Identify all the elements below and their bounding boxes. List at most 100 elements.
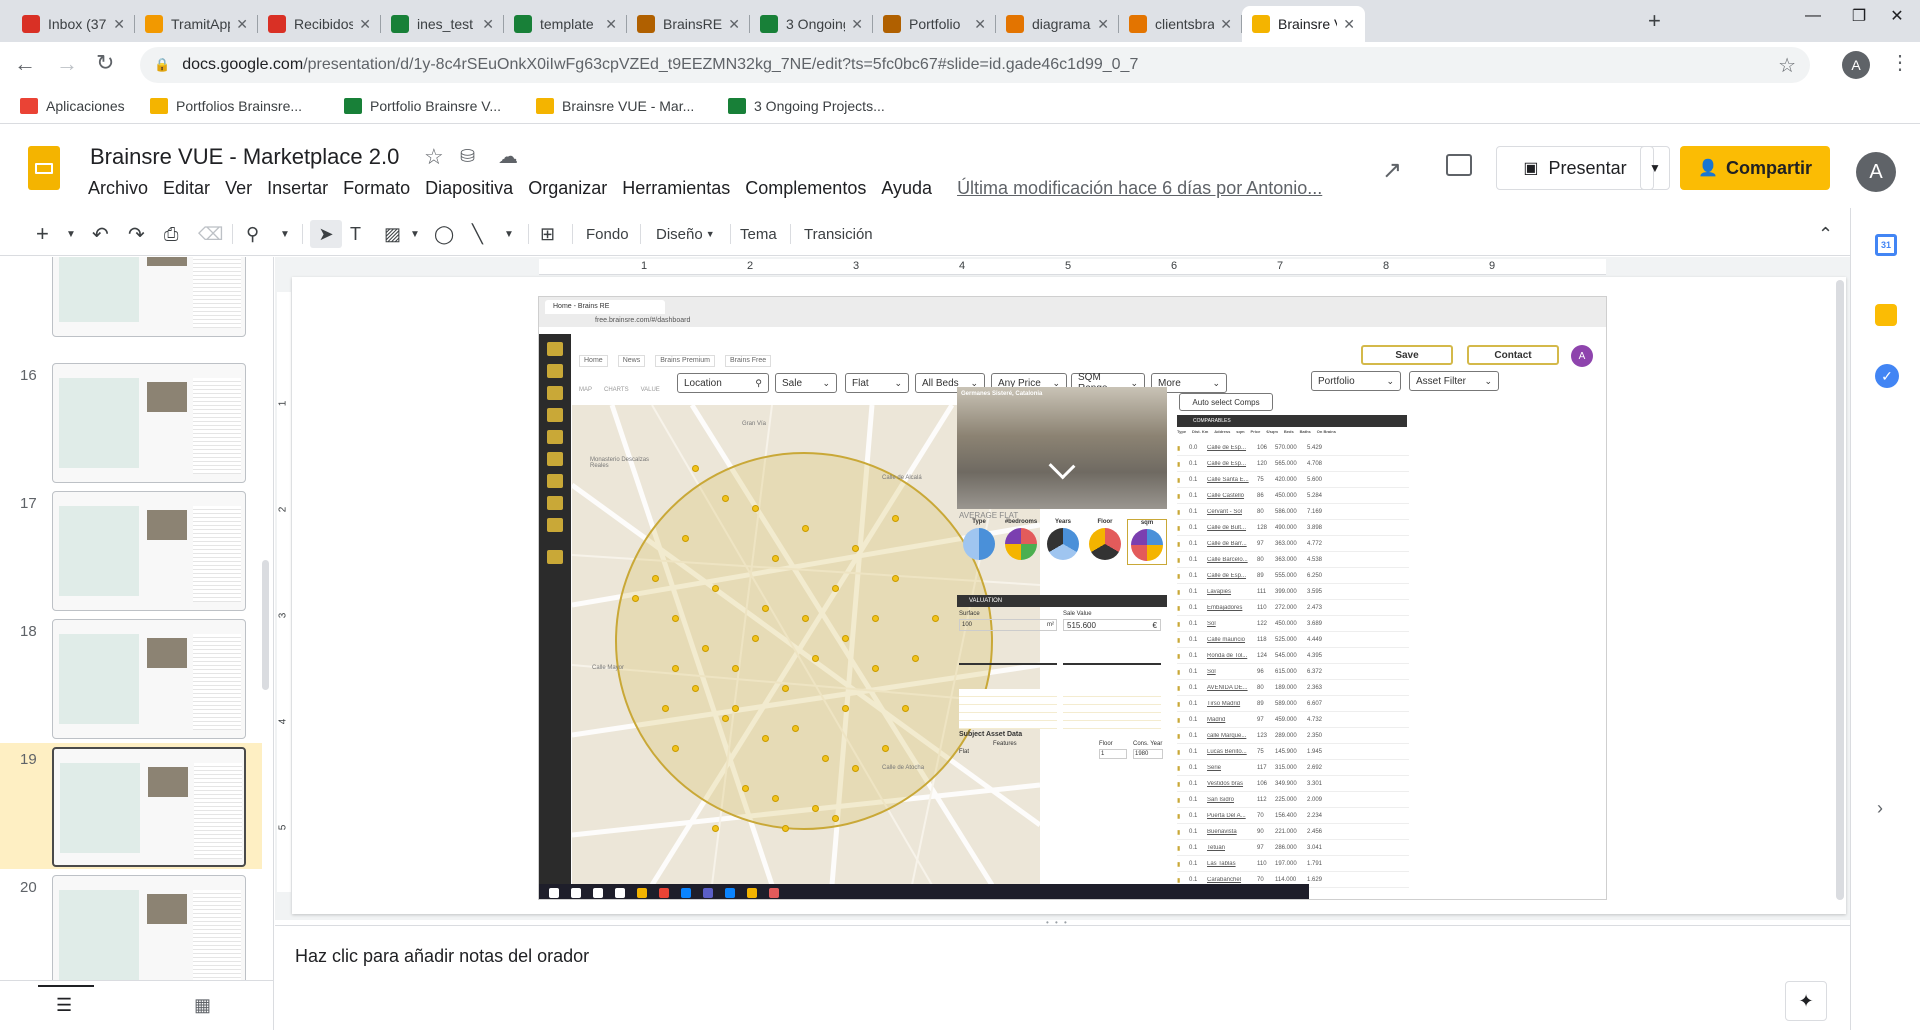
line-dropdown-icon[interactable]: ▼ <box>504 222 514 246</box>
comp-address[interactable]: Ronda de Tol... <box>1207 653 1253 659</box>
print-icon[interactable]: ⎙ <box>164 222 178 246</box>
comp-address[interactable]: Calle de Esp... <box>1207 445 1253 451</box>
street-view-panel[interactable]: Germanes Sisteré, Catalonia <box>957 387 1167 509</box>
comp-address[interactable]: San Isidro <box>1207 797 1253 803</box>
keep-icon[interactable] <box>1875 304 1897 326</box>
menu-organizar[interactable]: Organizar <box>528 178 607 199</box>
browser-tab[interactable]: Inbox (370 ✕ <box>12 6 135 42</box>
menu-ayuda[interactable]: Ayuda <box>881 178 932 199</box>
auto-select-comps-button[interactable]: Auto select Comps <box>1179 393 1273 411</box>
map-marker[interactable] <box>902 705 909 712</box>
browser-tab[interactable]: 3 Ongoing ✕ <box>750 6 873 42</box>
close-tab-icon[interactable]: ✕ <box>359 16 371 33</box>
comp-address[interactable]: Calle de Esp... <box>1207 573 1253 579</box>
app-nav-tab[interactable]: Brains Free <box>725 355 772 367</box>
trash-icon[interactable]: ▮ <box>1177 621 1189 628</box>
trash-icon[interactable]: ▮ <box>1177 557 1189 564</box>
select-cursor-icon[interactable]: ➤ <box>310 220 342 248</box>
comp-address[interactable]: Calle Castelló <box>1207 493 1253 499</box>
map-marker[interactable] <box>852 545 859 552</box>
save-button[interactable]: Save <box>1361 345 1453 365</box>
map-marker[interactable] <box>662 705 669 712</box>
trash-icon[interactable]: ▮ <box>1177 589 1189 596</box>
windows-start-icon[interactable] <box>549 888 559 898</box>
table-row[interactable]: ▮0.1Lucas Benito...75145.9001.945☰ <box>1177 745 1409 760</box>
map-marker[interactable] <box>832 585 839 592</box>
account-avatar[interactable]: A <box>1856 152 1896 192</box>
background-button[interactable]: Fondo <box>586 222 629 246</box>
canvas-scrollbar[interactable] <box>1836 280 1844 900</box>
table-row[interactable]: ▮0.1Calle de Bult...128490.0003.898☰ <box>1177 521 1409 536</box>
slide-thumbnail[interactable]: 17 <box>0 487 262 613</box>
activity-trend-icon[interactable]: ↗ <box>1382 156 1402 185</box>
close-tab-icon[interactable]: ✕ <box>851 16 863 33</box>
comments-icon[interactable] <box>1446 154 1472 176</box>
browser-tab[interactable]: Recibidos ✕ <box>258 6 381 42</box>
redo-icon[interactable]: ↷ <box>128 222 145 246</box>
trash-icon[interactable]: ▮ <box>1177 605 1189 612</box>
cloud-status-icon[interactable]: ☁ <box>498 144 518 169</box>
table-row[interactable]: ▮0.1Tirso Madrid89589.0006.607☰ <box>1177 697 1409 712</box>
zoom-icon[interactable]: ⚲ <box>246 222 259 246</box>
table-row[interactable]: ▮0.1Puerta Del A...70156.4002.234☰ <box>1177 809 1409 824</box>
present-button[interactable]: ▣ Presentar <box>1496 146 1654 190</box>
comp-address[interactable]: Tetuán <box>1207 845 1253 851</box>
cortana-icon[interactable] <box>593 888 603 898</box>
menu-diapositiva[interactable]: Diapositiva <box>425 178 513 199</box>
share-button[interactable]: 👤 Compartir <box>1680 146 1830 190</box>
map-marker[interactable] <box>672 745 679 752</box>
map-marker[interactable] <box>702 645 709 652</box>
comp-address[interactable]: Calle de Esp... <box>1207 461 1253 467</box>
sale-value-input[interactable]: 515.600 € <box>1063 619 1161 631</box>
comp-address[interactable]: Embajadores <box>1207 605 1253 611</box>
menu-complementos[interactable]: Complementos <box>745 178 866 199</box>
table-row[interactable]: ▮0.1Serie117315.0002.692☰ <box>1177 761 1409 776</box>
close-tab-icon[interactable]: ✕ <box>113 16 125 33</box>
slide-thumbnail[interactable]: 19 <box>0 743 262 869</box>
map-marker[interactable] <box>672 615 679 622</box>
menu-formato[interactable]: Formato <box>343 178 410 199</box>
new-tab-button[interactable]: + <box>1648 8 1661 34</box>
map-marker[interactable] <box>932 615 939 622</box>
table-row[interactable]: ▮0.1Buenavista90221.0002.456☰ <box>1177 825 1409 840</box>
map-marker[interactable] <box>792 725 799 732</box>
paint-format-icon[interactable]: ⌫ <box>198 222 223 246</box>
chrome-icon[interactable] <box>659 888 669 898</box>
map-marker[interactable] <box>802 615 809 622</box>
map-marker[interactable] <box>692 685 699 692</box>
comp-address[interactable]: Calle de Barr... <box>1207 541 1253 547</box>
browser-tab[interactable]: template ✕ <box>504 6 627 42</box>
url-field[interactable]: 🔒 docs.google.com/presentation/d/1y-8c4r… <box>140 47 1810 83</box>
comp-address[interactable]: Puerta Del A... <box>1207 813 1253 819</box>
reload-icon[interactable]: ↻ <box>96 50 114 76</box>
edge-icon[interactable] <box>681 888 691 898</box>
table-row[interactable]: ▮0.1Calle Santa E...75420.0005.600☰ <box>1177 473 1409 488</box>
table-row[interactable]: ▮0.1Calle de Esp...120565.0004.708☰ <box>1177 457 1409 472</box>
calendar-icon[interactable]: 31 <box>1875 234 1897 256</box>
trash-icon[interactable]: ▮ <box>1177 797 1189 804</box>
tasks-icon[interactable]: ✓ <box>1875 364 1899 388</box>
last-modified-link[interactable]: Última modificación hace 6 días por Anto… <box>957 178 1322 199</box>
star-icon[interactable]: ☆ <box>1778 53 1796 78</box>
comp-address[interactable]: Carabanchel <box>1207 877 1253 883</box>
close-tab-icon[interactable]: ✕ <box>482 16 494 33</box>
chrome-menu-icon[interactable]: ⋮ <box>1890 50 1910 75</box>
map-marker[interactable] <box>682 535 689 542</box>
zoom-dropdown-icon[interactable]: ▼ <box>280 222 290 246</box>
expand-panel-icon[interactable]: › <box>1877 798 1883 819</box>
comp-address[interactable]: AVENIDA DE... <box>1207 685 1253 691</box>
comp-address[interactable]: Madrid <box>1207 717 1253 723</box>
forward-icon[interactable]: → <box>56 51 78 77</box>
shape-icon[interactable]: ◯ <box>434 222 454 246</box>
app-icon[interactable] <box>747 888 757 898</box>
close-tab-icon[interactable]: ✕ <box>1343 16 1355 33</box>
contact-button[interactable]: Contact <box>1467 345 1559 365</box>
trash-icon[interactable]: ▮ <box>1177 445 1189 452</box>
map-marker[interactable] <box>872 615 879 622</box>
map-marker[interactable] <box>822 755 829 762</box>
map-marker[interactable] <box>722 715 729 722</box>
map-marker[interactable] <box>892 515 899 522</box>
trash-icon[interactable]: ▮ <box>1177 781 1189 788</box>
table-row[interactable]: ▮0.1Ronda de Tol...124545.0004.395☰ <box>1177 649 1409 664</box>
line-icon[interactable]: ╲ <box>472 222 483 246</box>
